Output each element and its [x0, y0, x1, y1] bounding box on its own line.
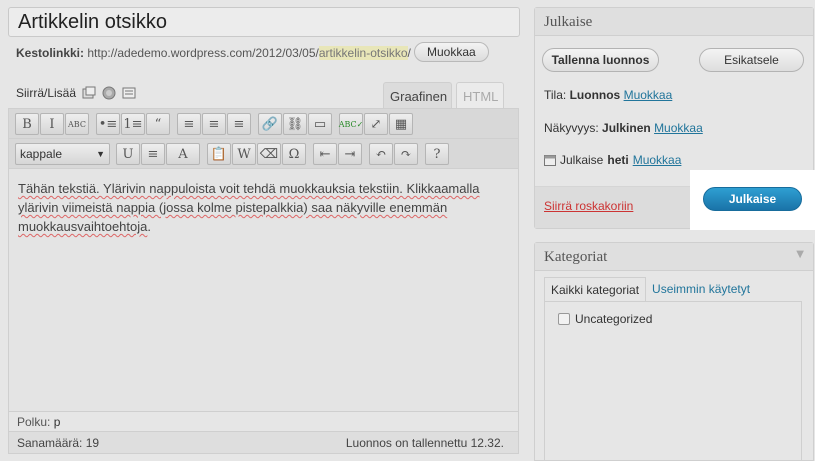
- outdent-button[interactable]: ⇤: [313, 143, 337, 165]
- preview-button[interactable]: Esikatsele: [699, 48, 804, 72]
- chevron-down-icon: ▼: [96, 149, 105, 159]
- collapse-arrow-icon[interactable]: ▼: [796, 249, 804, 264]
- word-count: Sanamäärä: 19: [17, 436, 100, 450]
- media-row: Siirrä/Lisää: [16, 86, 136, 100]
- special-char-button[interactable]: Ω: [282, 143, 306, 165]
- path-bar: Polku: p: [9, 411, 518, 431]
- format-select[interactable]: kappale ▼: [15, 143, 110, 165]
- visibility-row: Näkyvyys: Julkinen Muokkaa: [544, 121, 703, 135]
- insert-more-button[interactable]: ▭: [308, 113, 332, 135]
- toolbar-row-1: B I ABC •≡ 1≡ “≡ ≡ ≡ 🔗 ⛓ ▭ ABC✓ ⤢ ▦: [9, 109, 518, 139]
- visibility-value: Julkinen: [602, 121, 651, 135]
- justify-button[interactable]: ≡: [141, 143, 165, 165]
- align-left-button[interactable]: ≡: [177, 113, 201, 135]
- help-button[interactable]: ?: [425, 143, 449, 165]
- tab-html[interactable]: HTML: [456, 82, 504, 108]
- schedule-value: heti: [607, 153, 629, 167]
- permalink-base: http://adedemo.wordpress.com/2012/03/05/: [87, 46, 319, 60]
- move-to-trash-link[interactable]: Siirrä roskakoriin: [544, 199, 633, 213]
- publish-box-title: Julkaise: [535, 8, 813, 36]
- permalink-edit-button[interactable]: Muokkaa: [414, 42, 489, 62]
- text-color-button[interactable]: A: [166, 143, 200, 165]
- editor-content[interactable]: Tähän tekstiä. Ylärivin nappuloista voit…: [18, 179, 508, 236]
- strikethrough-button[interactable]: ABC: [65, 113, 89, 135]
- redo-button[interactable]: ↷: [394, 143, 418, 165]
- categories-title: Kategoriat: [544, 249, 608, 265]
- draft-saved-status: Luonnos on tallennettu 12.32.: [345, 436, 504, 450]
- kitchen-sink-button[interactable]: ▦: [389, 113, 413, 135]
- list-item[interactable]: Uncategorized: [558, 312, 652, 326]
- category-list: Uncategorized: [544, 301, 802, 461]
- insert-link-button[interactable]: 🔗: [258, 113, 282, 135]
- tab-all-categories[interactable]: Kaikki kategoriat: [544, 277, 647, 301]
- path-value[interactable]: p: [54, 415, 61, 429]
- content-text: Tähän tekstiä. Ylärivin nappuloista voit…: [18, 181, 480, 234]
- tab-visual[interactable]: Graafinen: [383, 82, 452, 108]
- schedule-row: Julkaise heti Muokkaa: [544, 153, 681, 167]
- format-select-value: kappale: [20, 147, 63, 161]
- status-edit-link[interactable]: Muokkaa: [624, 88, 673, 102]
- indent-button[interactable]: ⇥: [338, 143, 362, 165]
- spellcheck-button[interactable]: ABC✓: [339, 113, 363, 135]
- category-checkbox[interactable]: [558, 313, 570, 325]
- fullscreen-button[interactable]: ⤢: [364, 113, 388, 135]
- clear-formatting-button[interactable]: ⌫: [257, 143, 281, 165]
- bullet-list-button[interactable]: •≡: [96, 113, 120, 135]
- post-title-input[interactable]: Artikkelin otsikko: [8, 7, 520, 37]
- undo-button[interactable]: ↶: [369, 143, 393, 165]
- toolbar-row-2: kappale ▼ U ≡ A 📋 W ⌫ Ω ⇤ ⇥ ↶ ↷?: [9, 139, 518, 169]
- path-label: Polku:: [17, 415, 51, 429]
- category-tabs: Kaikki kategoriat Useimmin käytetyt: [544, 277, 756, 301]
- status-row: Tila: Luonnos Muokkaa: [544, 88, 673, 102]
- status-value: Luonnos: [569, 88, 621, 102]
- schedule-edit-link[interactable]: Muokkaa: [633, 153, 682, 167]
- permalink-label: Kestolinkki:: [16, 46, 85, 60]
- add-media-icon[interactable]: [102, 86, 116, 100]
- blockquote-button[interactable]: “: [146, 113, 170, 135]
- bold-button[interactable]: B: [15, 113, 39, 135]
- media-label: Siirrä/Lisää: [16, 86, 77, 100]
- align-center-button[interactable]: ≡: [202, 113, 226, 135]
- calendar-icon: [544, 155, 556, 166]
- align-right-button[interactable]: ≡: [227, 113, 251, 135]
- categories-box: Kategoriat ▼ Kaikki kategoriat Useimmin …: [534, 242, 814, 461]
- underline-button[interactable]: U: [116, 143, 140, 165]
- permalink-slug[interactable]: artikkelin-otsikko: [318, 46, 408, 60]
- numbered-list-button[interactable]: 1≡: [121, 113, 145, 135]
- category-label: Uncategorized: [575, 312, 653, 326]
- add-poll-icon[interactable]: [122, 86, 136, 100]
- paste-text-button[interactable]: 📋: [207, 143, 231, 165]
- paste-word-button[interactable]: W: [232, 143, 256, 165]
- visibility-edit-link[interactable]: Muokkaa: [654, 121, 703, 135]
- add-image-icon[interactable]: [82, 86, 96, 100]
- tab-most-used[interactable]: Useimmin käytetyt: [646, 277, 756, 301]
- save-draft-button[interactable]: Tallenna luonnos: [542, 48, 659, 72]
- editor: B I ABC •≡ 1≡ “≡ ≡ ≡ 🔗 ⛓ ▭ ABC✓ ⤢ ▦ kappale ▼ U ≡ A 📋 W ⌫ Ω…: [8, 108, 519, 454]
- publish-button[interactable]: Julkaise: [703, 187, 802, 211]
- content-text: .: [147, 219, 151, 234]
- status-bar: Sanamäärä: 19 Luonnos on tallennettu 12.…: [9, 431, 518, 453]
- italic-button[interactable]: I: [40, 113, 64, 135]
- remove-link-button[interactable]: ⛓: [283, 113, 307, 135]
- permalink: Kestolinkki: http://adedemo.wordpress.co…: [16, 46, 411, 60]
